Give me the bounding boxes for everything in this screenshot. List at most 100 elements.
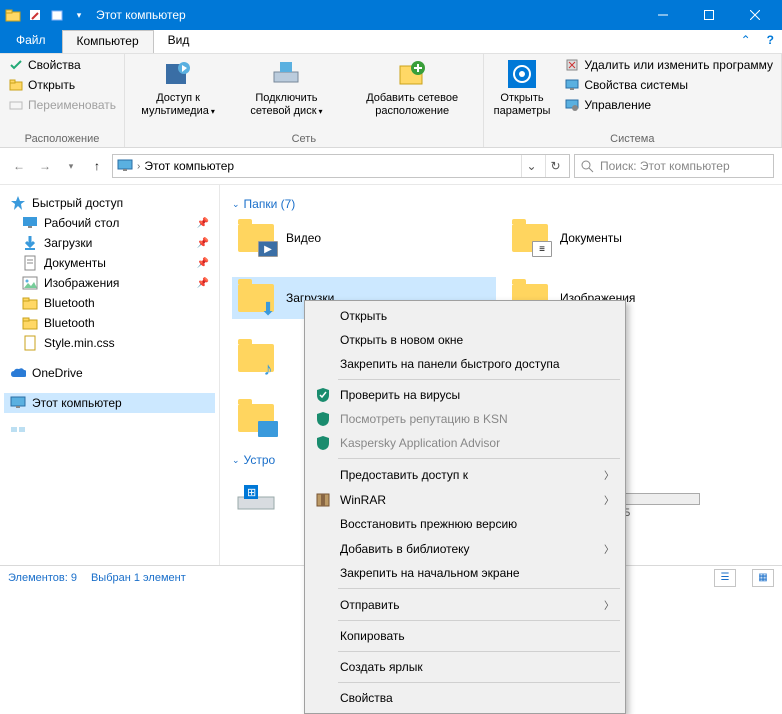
pin-icon: 📌 bbox=[197, 218, 209, 229]
label: Style.min.css bbox=[44, 336, 115, 350]
address-text: Этот компьютер bbox=[144, 159, 234, 173]
tree-quick-access[interactable]: Быстрый доступ bbox=[4, 193, 215, 213]
label: Переименовать bbox=[28, 98, 116, 112]
qat-new-folder-icon[interactable] bbox=[48, 6, 66, 24]
label: Открыть параметры bbox=[494, 92, 551, 117]
folder-icon bbox=[4, 6, 22, 24]
recent-locations-button[interactable]: ▾ bbox=[60, 155, 82, 177]
media-access-button[interactable]: Доступ к мультимедиа▾ bbox=[131, 56, 225, 119]
ctx-open-new-window[interactable]: Открыть в новом окне bbox=[308, 328, 622, 352]
desktop-icon bbox=[236, 401, 276, 435]
tree-documents[interactable]: Документы📌 bbox=[4, 253, 215, 273]
ribbon-tabs: Файл Компьютер Вид ⌃ ? bbox=[0, 30, 782, 54]
add-network-location-button[interactable]: Добавить сетевое расположение bbox=[348, 56, 477, 119]
minimize-button[interactable] bbox=[640, 0, 686, 30]
ctx-add-to-library[interactable]: Добавить в библиотеку〉 bbox=[308, 536, 622, 561]
tree-bluetooth2[interactable]: Bluetooth bbox=[4, 313, 215, 333]
label: OneDrive bbox=[32, 366, 83, 380]
separator bbox=[338, 379, 620, 380]
folder-item-videos[interactable]: ▶ Видео bbox=[232, 217, 496, 259]
shield-icon bbox=[314, 410, 332, 428]
label: Документы bbox=[560, 231, 622, 245]
window-title: Этот компьютер bbox=[96, 8, 186, 22]
refresh-button[interactable]: ↻ bbox=[545, 155, 565, 177]
submenu-arrow-icon: 〉 bbox=[604, 467, 614, 482]
ctx-ksn-reputation[interactable]: Посмотреть репутацию в KSN bbox=[308, 407, 622, 431]
navigation-pane: Быстрый доступ Рабочий стол📌 Загрузки📌 Д… bbox=[0, 185, 220, 565]
ctx-scan-viruses[interactable]: Проверить на вирусы bbox=[308, 383, 622, 407]
documents-icon bbox=[22, 255, 38, 271]
tree-bluetooth1[interactable]: Bluetooth bbox=[4, 293, 215, 313]
label: Документы bbox=[44, 256, 106, 270]
tree-stylecss[interactable]: Style.min.css bbox=[4, 333, 215, 353]
ctx-give-access[interactable]: Предоставить доступ к〉 bbox=[308, 462, 622, 487]
network-icon bbox=[10, 425, 26, 441]
tree-downloads[interactable]: Загрузки📌 bbox=[4, 233, 215, 253]
group-label: Система bbox=[490, 131, 775, 147]
separator bbox=[338, 682, 620, 683]
downloads-icon bbox=[22, 235, 38, 251]
tab-view[interactable]: Вид bbox=[154, 30, 204, 53]
ctx-previous-versions[interactable]: Восстановить прежнюю версию bbox=[308, 512, 622, 536]
folder-item-documents[interactable]: ≡ Документы bbox=[506, 217, 770, 259]
address-bar[interactable]: › Этот компьютер ⌄ ↻ bbox=[112, 154, 570, 178]
ctx-open[interactable]: Открыть bbox=[308, 304, 622, 328]
ctx-pin-quick-access[interactable]: Закрепить на панели быстрого доступа bbox=[308, 352, 622, 376]
ctx-pin-start[interactable]: Закрепить на начальном экране bbox=[308, 561, 622, 585]
view-icons-button[interactable]: ▦ bbox=[752, 569, 774, 587]
pc-icon bbox=[117, 158, 133, 174]
system-properties-button[interactable]: Свойства системы bbox=[562, 76, 775, 94]
tree-pictures[interactable]: Изображения📌 bbox=[4, 273, 215, 293]
pc-icon bbox=[564, 77, 580, 93]
folder-open-icon bbox=[8, 77, 24, 93]
tab-file[interactable]: Файл bbox=[0, 30, 62, 53]
tree-desktop[interactable]: Рабочий стол📌 bbox=[4, 213, 215, 233]
submenu-arrow-icon: 〉 bbox=[604, 492, 614, 507]
help-icon[interactable]: ? bbox=[759, 30, 782, 53]
group-header-folders[interactable]: ⌄ Папки (7) bbox=[232, 197, 770, 211]
properties-button[interactable]: Свойства bbox=[6, 56, 118, 74]
tree-network[interactable] bbox=[4, 423, 215, 443]
submenu-arrow-icon: 〉 bbox=[604, 597, 614, 612]
collapse-ribbon-icon[interactable]: ⌃ bbox=[733, 30, 759, 53]
address-dropdown-icon[interactable]: ⌄ bbox=[521, 155, 541, 177]
separator bbox=[338, 651, 620, 652]
ctx-copy[interactable]: Копировать bbox=[308, 624, 622, 648]
ctx-properties[interactable]: Свойства bbox=[308, 686, 622, 710]
search-input[interactable]: Поиск: Этот компьютер bbox=[574, 154, 774, 178]
qat-dropdown-icon[interactable]: ▾ bbox=[70, 6, 88, 24]
pin-icon: 📌 bbox=[197, 238, 209, 249]
rename-button: Переименовать bbox=[6, 96, 118, 114]
map-drive-button[interactable]: Подключить сетевой диск▾ bbox=[233, 56, 340, 119]
titlebar: ▾ Этот компьютер bbox=[0, 0, 782, 30]
back-button[interactable]: ← bbox=[8, 155, 30, 177]
open-button[interactable]: Открыть bbox=[6, 76, 118, 94]
checkmark-icon bbox=[8, 57, 24, 73]
uninstall-button[interactable]: Удалить или изменить программу bbox=[562, 56, 775, 74]
group-label: Сеть bbox=[131, 131, 477, 147]
item-count: Элементов: 9 bbox=[8, 572, 77, 584]
tab-computer[interactable]: Компьютер bbox=[62, 30, 154, 53]
view-details-button[interactable]: ☰ bbox=[714, 569, 736, 587]
forward-button[interactable]: → bbox=[34, 155, 56, 177]
ctx-kaspersky-advisor[interactable]: Kaspersky Application Advisor bbox=[308, 431, 622, 455]
tree-this-pc[interactable]: Этот компьютер bbox=[4, 393, 215, 413]
maximize-button[interactable] bbox=[686, 0, 732, 30]
close-button[interactable] bbox=[732, 0, 778, 30]
ctx-winrar[interactable]: WinRAR〉 bbox=[308, 487, 622, 512]
manage-button[interactable]: Управление bbox=[562, 96, 775, 114]
open-settings-button[interactable]: Открыть параметры bbox=[490, 56, 555, 119]
label: Bluetooth bbox=[44, 316, 95, 330]
up-button[interactable]: ↑ bbox=[86, 155, 108, 177]
tree-onedrive[interactable]: OneDrive bbox=[4, 363, 215, 383]
ctx-send-to[interactable]: Отправить〉 bbox=[308, 592, 622, 617]
context-menu: Открыть Открыть в новом окне Закрепить н… bbox=[304, 300, 626, 714]
label: Bluetooth bbox=[44, 296, 95, 310]
folder-icon bbox=[22, 295, 38, 311]
search-icon bbox=[581, 160, 594, 173]
qat-properties-icon[interactable] bbox=[26, 6, 44, 24]
navbar: ← → ▾ ↑ › Этот компьютер ⌄ ↻ Поиск: Этот… bbox=[0, 148, 782, 185]
folder-icon bbox=[22, 315, 38, 331]
add-location-icon bbox=[396, 58, 428, 90]
ctx-create-shortcut[interactable]: Создать ярлык bbox=[308, 655, 622, 679]
